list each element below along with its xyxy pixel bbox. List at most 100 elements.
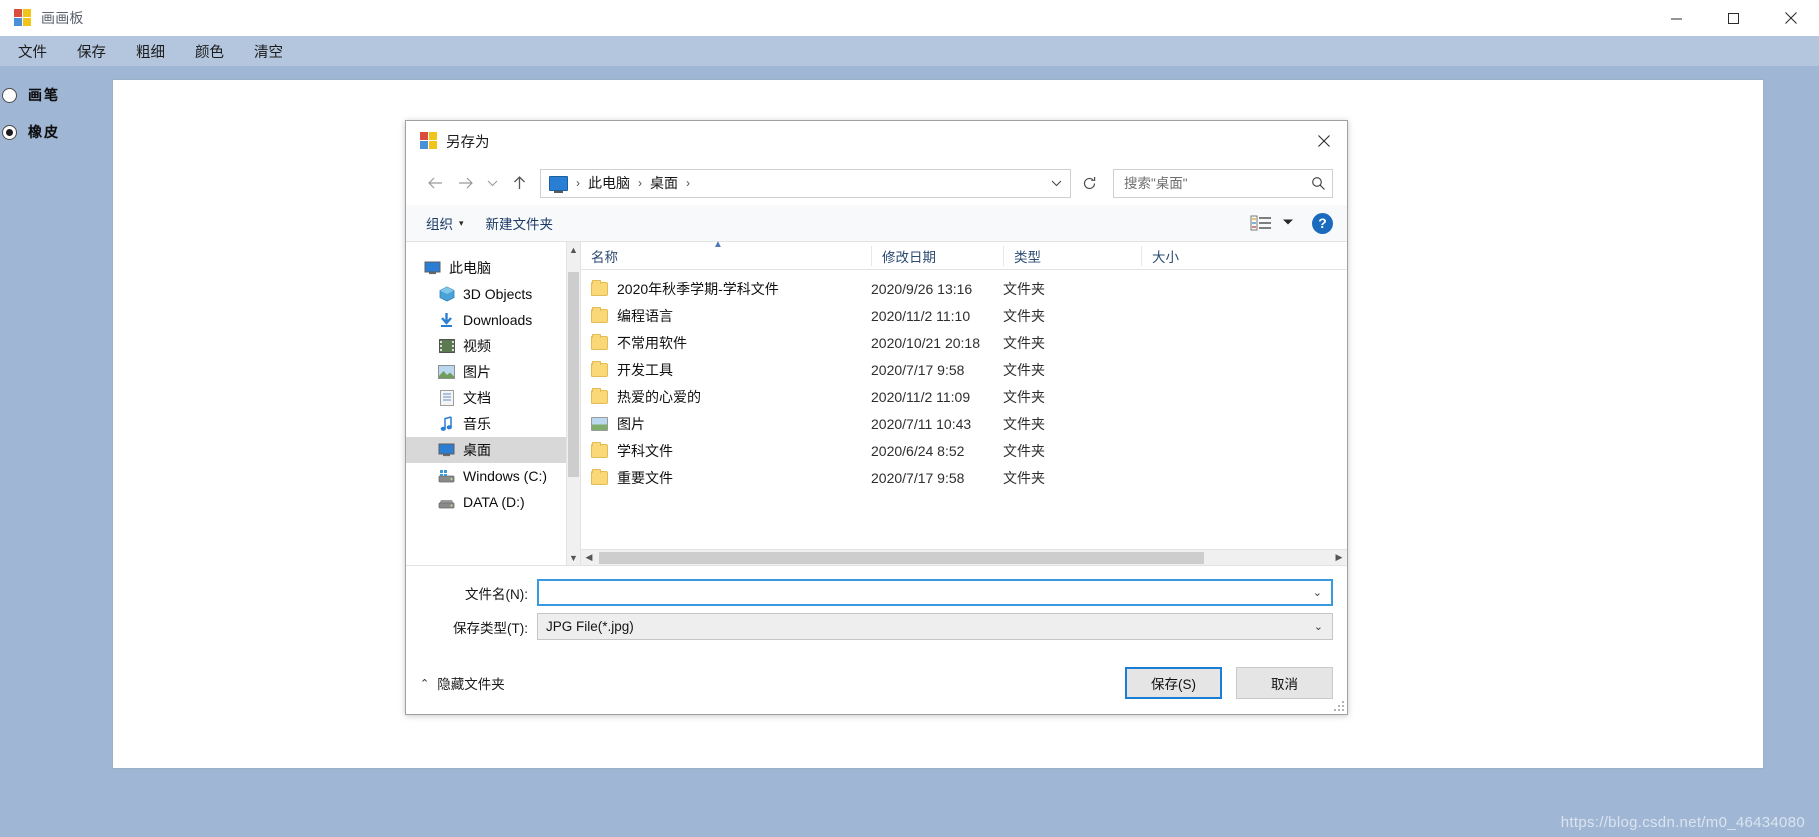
scroll-up-arrow-icon[interactable]: ▲	[567, 242, 580, 257]
column-headers: 名称 ▲ 修改日期 类型 大小	[581, 239, 1347, 270]
dialog-close-icon[interactable]	[1301, 121, 1347, 161]
scrollbar-thumb[interactable]	[568, 272, 579, 477]
nav-label: 视频	[463, 338, 491, 354]
menu-item-save[interactable]: 保存	[75, 39, 108, 64]
table-row[interactable]: 2020年秋季学期-学科文件 2020/9/26 13:16 文件夹	[581, 275, 1347, 302]
chevron-down-icon: ▾	[459, 217, 464, 228]
new-folder-button[interactable]: 新建文件夹	[480, 209, 560, 237]
scroll-down-arrow-icon[interactable]: ▼	[567, 550, 580, 565]
table-row[interactable]: 开发工具 2020/7/17 9:58 文件夹	[581, 356, 1347, 383]
radio-brush[interactable]	[2, 87, 17, 103]
resize-grip[interactable]	[1332, 699, 1344, 711]
save-button[interactable]: 保存(S)	[1125, 667, 1222, 699]
scroll-left-arrow-icon[interactable]: ◀	[581, 550, 597, 566]
tool-option-eraser[interactable]: 橡皮	[0, 122, 60, 142]
file-date-cell: 2020/9/26 13:16	[871, 280, 973, 297]
dialog-titlebar: 另存为	[406, 121, 1347, 161]
folder-icon	[591, 333, 608, 350]
filename-input[interactable]: ⌄	[537, 579, 1333, 606]
minimize-button[interactable]	[1648, 0, 1705, 36]
file-name-cell[interactable]: 2020年秋季学期-学科文件	[581, 279, 871, 299]
nav-item-documents[interactable]: 文档	[406, 385, 580, 411]
table-row[interactable]: 热爱的心爱的 2020/11/2 11:09 文件夹	[581, 383, 1347, 410]
view-list-icon[interactable]	[1250, 214, 1272, 232]
nav-item-windows-c[interactable]: Windows (C:)	[406, 463, 580, 489]
column-header-date[interactable]: 修改日期	[871, 245, 1003, 266]
tool-panel: 画笔 橡皮	[0, 66, 112, 837]
refresh-icon[interactable]	[1077, 170, 1101, 196]
nav-pane-scrollbar[interactable]: ▲ ▼	[566, 242, 580, 565]
tool-label-brush: 画笔	[28, 87, 60, 103]
dialog-title: 另存为	[446, 134, 490, 151]
file-name-cell[interactable]: 图片	[581, 414, 871, 434]
column-header-type[interactable]: 类型	[1003, 245, 1141, 266]
table-row[interactable]: 图片 2020/7/11 10:43 文件夹	[581, 410, 1347, 437]
file-name-cell[interactable]: 编程语言	[581, 306, 871, 326]
help-button[interactable]: ?	[1312, 212, 1333, 234]
file-name-cell[interactable]: 不常用软件	[581, 333, 871, 353]
column-header-size[interactable]: 大小	[1141, 245, 1347, 266]
scroll-right-arrow-icon[interactable]: ▶	[1331, 550, 1347, 566]
file-name-cell[interactable]: 重要文件	[581, 468, 871, 488]
table-row[interactable]: 学科文件 2020/6/24 8:52 文件夹	[581, 437, 1347, 464]
file-name-label: 学科文件	[617, 442, 673, 459]
breadcrumb-item-this-pc[interactable]: 此电脑	[584, 173, 634, 193]
table-row[interactable]: 重要文件 2020/7/17 9:58 文件夹	[581, 464, 1347, 491]
chevron-up-icon: ⌃	[420, 677, 430, 690]
window-controls	[1648, 0, 1819, 36]
nav-item-this-pc[interactable]: 此电脑	[406, 255, 580, 281]
nav-item-data-d[interactable]: DATA (D:)	[406, 489, 580, 515]
organize-label: 组织	[426, 217, 453, 232]
view-dropdown-caret-icon[interactable]	[1282, 218, 1294, 228]
breadcrumb-item-desktop[interactable]: 桌面	[646, 173, 682, 193]
file-date-cell: 2020/6/24 8:52	[871, 442, 965, 459]
forward-arrow-icon[interactable]	[450, 168, 480, 198]
nav-item-downloads[interactable]: Downloads	[406, 307, 580, 333]
column-header-name[interactable]: 名称 ▲	[581, 239, 871, 266]
table-row[interactable]: 不常用软件 2020/10/21 20:18 文件夹	[581, 329, 1347, 356]
breadcrumb-separator: ›	[576, 176, 580, 190]
menu-item-file[interactable]: 文件	[16, 39, 49, 64]
close-button[interactable]	[1762, 0, 1819, 36]
nav-item-pictures[interactable]: 图片	[406, 359, 580, 385]
search-box[interactable]	[1113, 168, 1333, 198]
hide-folders-label: 隐藏文件夹	[437, 677, 505, 692]
search-input[interactable]	[1124, 175, 1311, 191]
folder-icon	[591, 468, 608, 485]
recent-locations-chevron-icon[interactable]	[480, 168, 504, 198]
maximize-button[interactable]	[1705, 0, 1762, 36]
menu-item-thickness[interactable]: 粗细	[134, 39, 167, 64]
nav-item-3d-objects[interactable]: 3D Objects	[406, 281, 580, 307]
tool-option-brush[interactable]: 画笔	[0, 85, 60, 105]
table-row[interactable]: 编程语言 2020/11/2 11:10 文件夹	[581, 302, 1347, 329]
tool-label-eraser: 橡皮	[28, 124, 60, 140]
nav-item-music[interactable]: 音乐	[406, 411, 580, 437]
file-list-horizontal-scrollbar[interactable]: ◀ ▶	[581, 549, 1347, 565]
cancel-button[interactable]: 取消	[1236, 667, 1333, 699]
chevron-down-icon[interactable]: ⌄	[1314, 620, 1323, 633]
scrollbar-track[interactable]	[597, 550, 1331, 566]
nav-item-videos[interactable]: 视频	[406, 333, 580, 359]
file-name-cell[interactable]: 热爱的心爱的	[581, 387, 871, 407]
file-name-cell[interactable]: 开发工具	[581, 360, 871, 380]
chevron-down-icon[interactable]: ⌄	[1313, 586, 1322, 599]
address-bar[interactable]: › 此电脑 › 桌面 ›	[540, 168, 1071, 198]
back-arrow-icon[interactable]	[420, 168, 450, 198]
scrollbar-thumb[interactable]	[599, 551, 1204, 564]
dialog-content: 此电脑 3D Objects Downloads 视频 图片 文档 音乐 桌面 …	[406, 239, 1347, 566]
radio-eraser[interactable]	[2, 124, 17, 140]
hide-folders-toggle[interactable]: ⌃ 隐藏文件夹	[420, 673, 505, 693]
menu-item-clear[interactable]: 清空	[252, 39, 285, 64]
navigation-pane: 此电脑 3D Objects Downloads 视频 图片 文档 音乐 桌面 …	[406, 242, 581, 565]
menu-item-color[interactable]: 颜色	[193, 39, 226, 64]
file-name-label: 不常用软件	[617, 334, 687, 351]
app-title: 画画板	[41, 10, 84, 26]
file-name-label: 图片	[617, 415, 645, 432]
organize-button[interactable]: 组织 ▾	[420, 209, 470, 237]
up-arrow-icon[interactable]	[504, 168, 534, 198]
address-dropdown-chevron-icon[interactable]	[1051, 170, 1062, 197]
file-name-cell[interactable]: 学科文件	[581, 441, 871, 461]
nav-item-desktop[interactable]: 桌面	[406, 437, 580, 463]
filetype-select[interactable]: JPG File(*.jpg) ⌄	[537, 613, 1333, 640]
breadcrumb-separator: ›	[638, 176, 642, 190]
